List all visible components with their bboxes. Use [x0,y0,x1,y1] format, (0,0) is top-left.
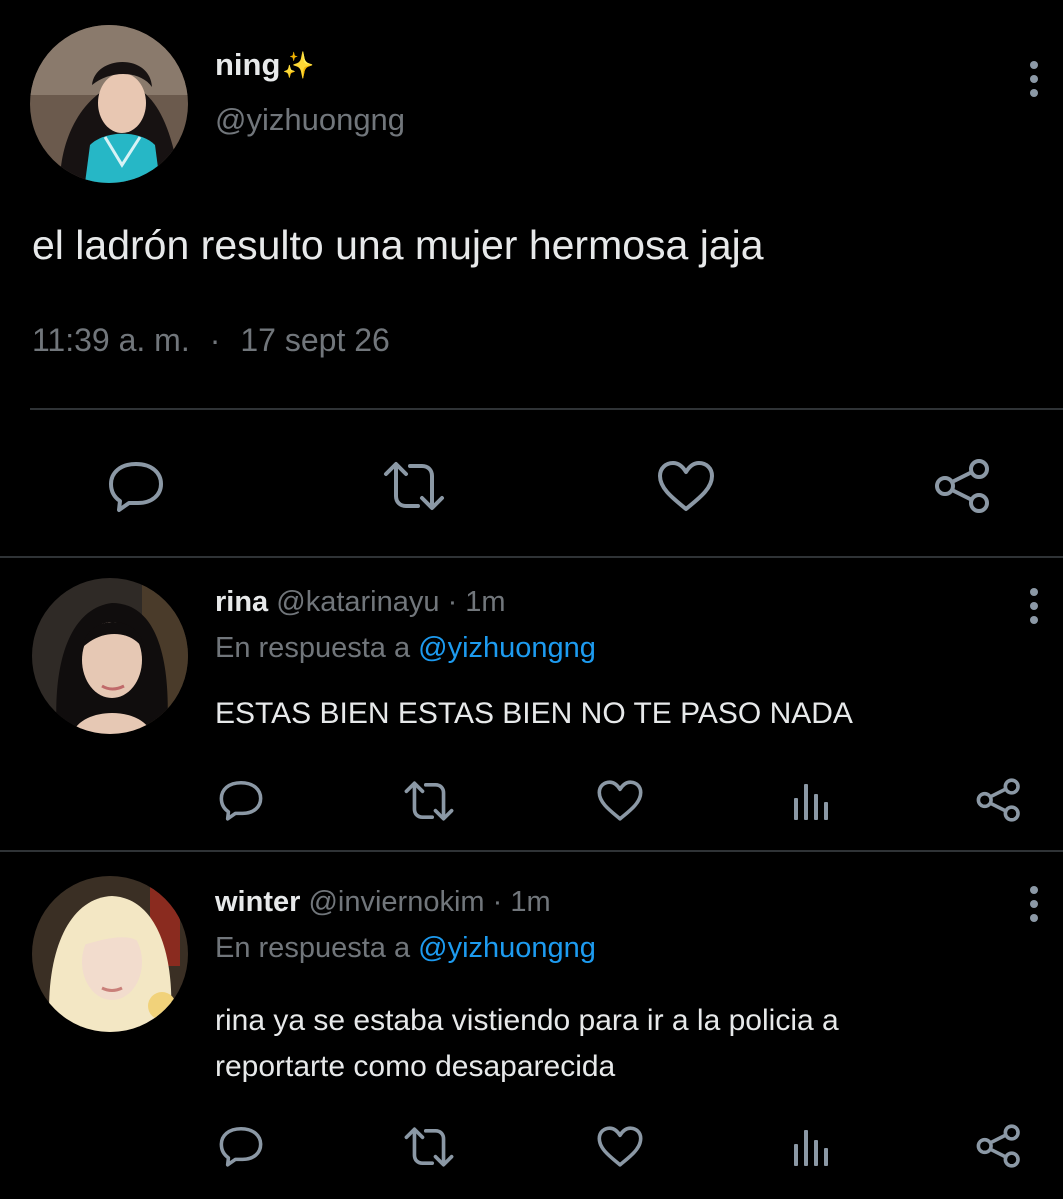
reply-icon[interactable] [216,776,266,824]
share-icon[interactable] [932,456,994,516]
divider [0,556,1063,558]
tweet-time[interactable]: 11:39 a. m. [32,322,190,359]
user-handle[interactable]: @inviernokim [308,886,484,918]
views-icon[interactable] [788,778,832,822]
retweet-icon[interactable] [380,458,448,514]
reply-time[interactable]: 1m [465,586,505,618]
reply-icon[interactable] [216,1122,266,1170]
divider [0,850,1063,852]
more-options-icon[interactable] [1028,61,1040,103]
share-icon[interactable] [974,1122,1024,1170]
more-options-icon[interactable] [1028,588,1040,630]
tweet-text-line: rina ya se estaba vistiendo para ir a la… [215,1004,839,1037]
share-icon[interactable] [974,776,1024,824]
like-icon[interactable] [596,1124,644,1168]
divider [30,408,1063,410]
reply-time[interactable]: 1m [510,886,550,918]
retweet-icon[interactable] [402,780,456,822]
replying-to-link[interactable]: @yizhuongng [418,932,596,964]
tweet-text: rina ya se estaba vistiendo para ir a la… [215,998,839,1090]
like-icon[interactable] [655,458,717,514]
display-name[interactable]: winter [215,886,300,918]
tweet-text: ESTAS BIEN ESTAS BIEN NO TE PASO NADA [215,697,853,730]
replying-to-link[interactable]: @yizhuongng [418,632,596,664]
separator-dot: · [492,886,503,918]
replying-to-label: En respuesta a [215,632,411,664]
display-name[interactable]: rina [215,586,268,618]
user-handle[interactable]: @katarinayu [276,586,439,618]
avatar-image [32,578,188,734]
replying-to: En respuesta a @yizhuongng [215,632,596,665]
reply-icon[interactable] [103,456,169,516]
timestamp-row: 11:39 a. m. · 17 sept 26 [32,322,390,359]
separator-dot: · [447,586,458,618]
tweet-date[interactable]: 17 sept 26 [240,322,389,359]
reply-header: rina @katarinayu · 1m [215,586,506,619]
like-icon[interactable] [596,778,644,822]
replying-to-label: En respuesta a [215,932,411,964]
views-icon[interactable] [788,1124,832,1168]
display-name-row: ning ✨ [215,44,315,86]
user-handle[interactable]: @yizhuongng [215,102,405,138]
avatar-image [32,876,188,1032]
avatar[interactable] [30,25,188,183]
separator-dot: · [209,322,221,358]
avatar[interactable] [32,578,188,734]
display-name[interactable]: ning [215,47,280,83]
reply-header: winter @inviernokim · 1m [215,886,551,919]
replying-to: En respuesta a @yizhuongng [215,932,596,965]
more-options-icon[interactable] [1028,886,1040,928]
tweet-text-line: reportarte como desaparecida [215,1050,616,1083]
retweet-icon[interactable] [402,1126,456,1168]
avatar[interactable] [32,876,188,1032]
avatar-image [30,25,188,183]
tweet-text: el ladrón resulto una mujer hermosa jaja [32,222,764,268]
sparkle-emoji: ✨ [282,49,315,80]
